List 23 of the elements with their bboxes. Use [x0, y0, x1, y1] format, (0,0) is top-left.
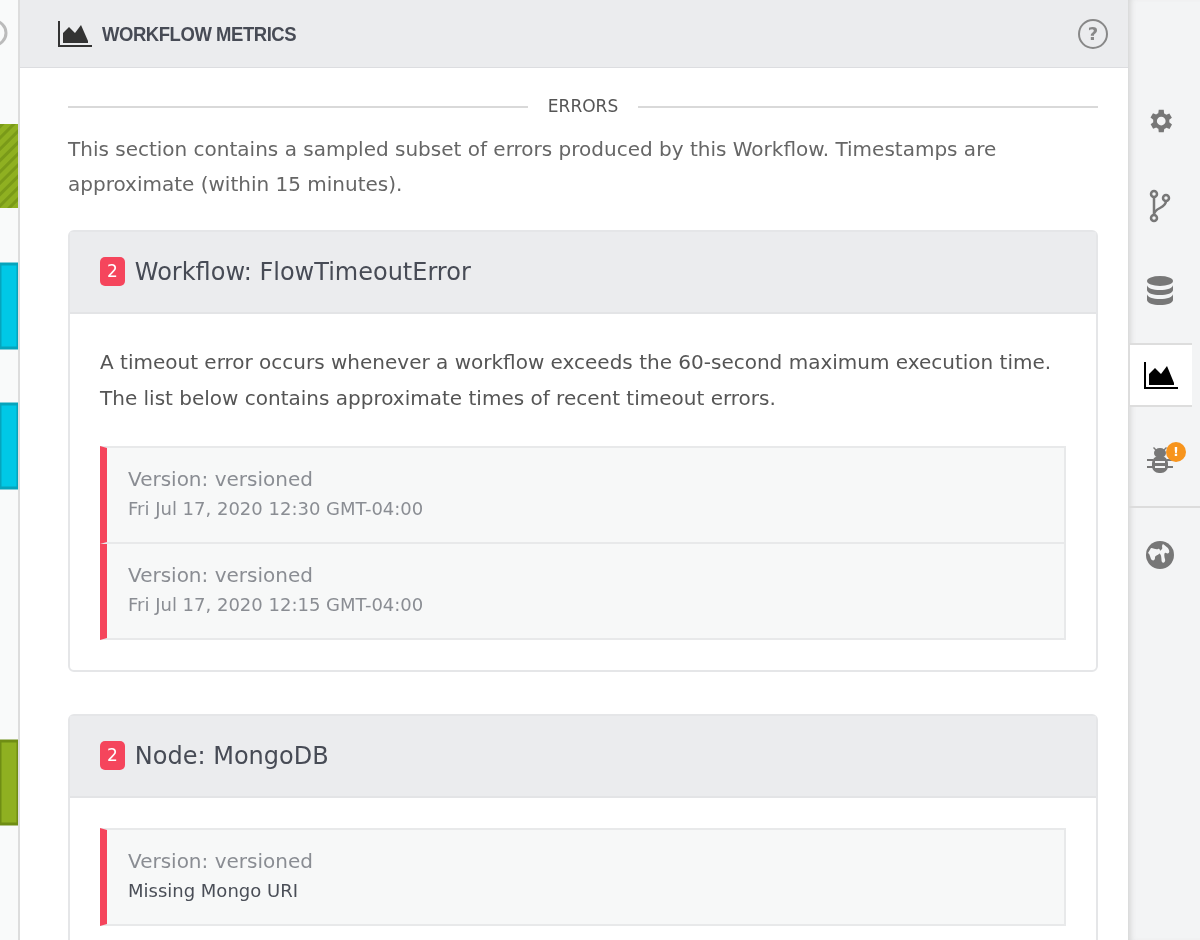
version-text: Version: versioned	[128, 561, 314, 589]
alert-badge: !	[1166, 442, 1186, 462]
area-chart-icon	[1144, 361, 1178, 389]
help-button[interactable]: ?	[1078, 18, 1108, 49]
error-title: Node: MongoDB	[134, 740, 329, 772]
timestamp-text: Fri Jul 17, 2020 12:15 GMT-04:00	[128, 592, 425, 617]
database-icon	[1146, 275, 1174, 306]
area-chart-icon	[58, 20, 92, 47]
intro-text: This section contains a sampled subset of errors produced by this Workflow. Timestamps are approximate (within 15 minutes).	[68, 135, 998, 198]
area-chart-tab[interactable]	[1128, 343, 1192, 407]
bug-tab[interactable]: !	[1128, 417, 1192, 502]
error-description: A timeout error occurs whenever a workflow exceeds the 60-second maximum execution time. The list below contains approximate times of recent timeout errors.	[100, 348, 1053, 412]
timestamp-text: Fri Jul 17, 2020 12:30 GMT-04:00	[128, 496, 425, 521]
error-title: Workflow: FlowTimeoutError	[134, 256, 471, 288]
version-text: Version: versioned	[128, 847, 314, 875]
globe-icon	[1145, 539, 1175, 570]
branch-icon	[1149, 188, 1171, 223]
count-badge: 2	[100, 740, 125, 771]
count-badge: 2	[100, 256, 125, 287]
version-text: Version: versioned	[128, 465, 314, 493]
section-heading: ERRORS	[546, 95, 620, 118]
panel-title: WORKFLOW METRICS	[102, 20, 297, 47]
error-message: Missing Mongo URI	[128, 878, 299, 903]
